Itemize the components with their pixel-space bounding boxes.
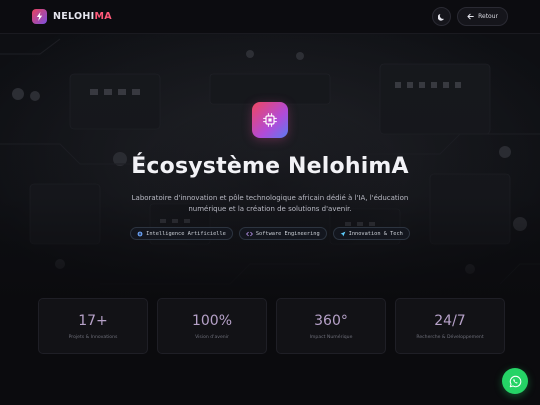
brain-icon [137,231,143,236]
stat-card: 360° Impact Numérique [276,298,386,354]
hero-section: Écosystème NelohimA Laboratoire d'innova… [0,34,540,304]
moon-icon [437,13,444,21]
stat-value: 100% [191,312,233,329]
stat-card: 17+ Projets & Innovations [38,298,148,354]
tag-label: Software Engineering [255,230,320,237]
nav-actions: Retour [432,7,508,26]
code-icon [246,231,253,236]
arrow-left-icon [467,13,474,20]
tag-innovation-tech: Innovation & Tech [332,227,410,240]
stats-row: 17+ Projets & Innovations 100% Vision d'… [38,298,505,354]
stat-card: 24/7 Recherche & Développement [395,298,505,354]
lightning-bolt-icon [32,9,47,24]
rocket-icon [340,231,346,236]
hero-content: Écosystème NelohimA Laboratoire d'innova… [0,34,540,304]
tag-label: Intelligence Artificielle [146,230,226,237]
stat-label: Projets & Innovations [68,334,118,340]
stat-value: 24/7 [434,312,466,329]
brand-name: NELOHIMA [53,11,112,22]
theme-toggle-button[interactable] [432,7,452,26]
stat-label: Vision d'avenir [195,334,229,340]
back-button[interactable]: Retour [457,7,508,26]
whatsapp-button[interactable] [502,368,528,394]
chip-icon [252,102,288,138]
stat-label: Recherche & Développement [416,334,484,340]
tag-intelligence-artificielle: Intelligence Artificielle [130,227,233,240]
tag-software-engineering: Software Engineering [238,227,327,240]
back-button-label: Retour [478,13,498,20]
brand-name-part1: NELOHI [53,11,95,22]
stat-value: 360° [314,312,348,329]
tag-label: Innovation & Tech [348,230,403,237]
navbar: NELOHIMA Retour [0,0,540,34]
stat-value: 17+ [78,312,108,329]
brand-logo-link[interactable]: NELOHIMA [32,9,112,24]
brand-name-part2: MA [94,11,112,22]
page-title: Écosystème NelohimA [131,154,409,179]
whatsapp-icon [509,375,521,387]
stat-label: Impact Numérique [309,334,353,340]
stat-card: 100% Vision d'avenir [157,298,267,354]
hero-description: Laboratoire d'innovation et pôle technol… [131,194,409,213]
tag-list: Intelligence Artificielle Software Engin… [130,227,410,240]
